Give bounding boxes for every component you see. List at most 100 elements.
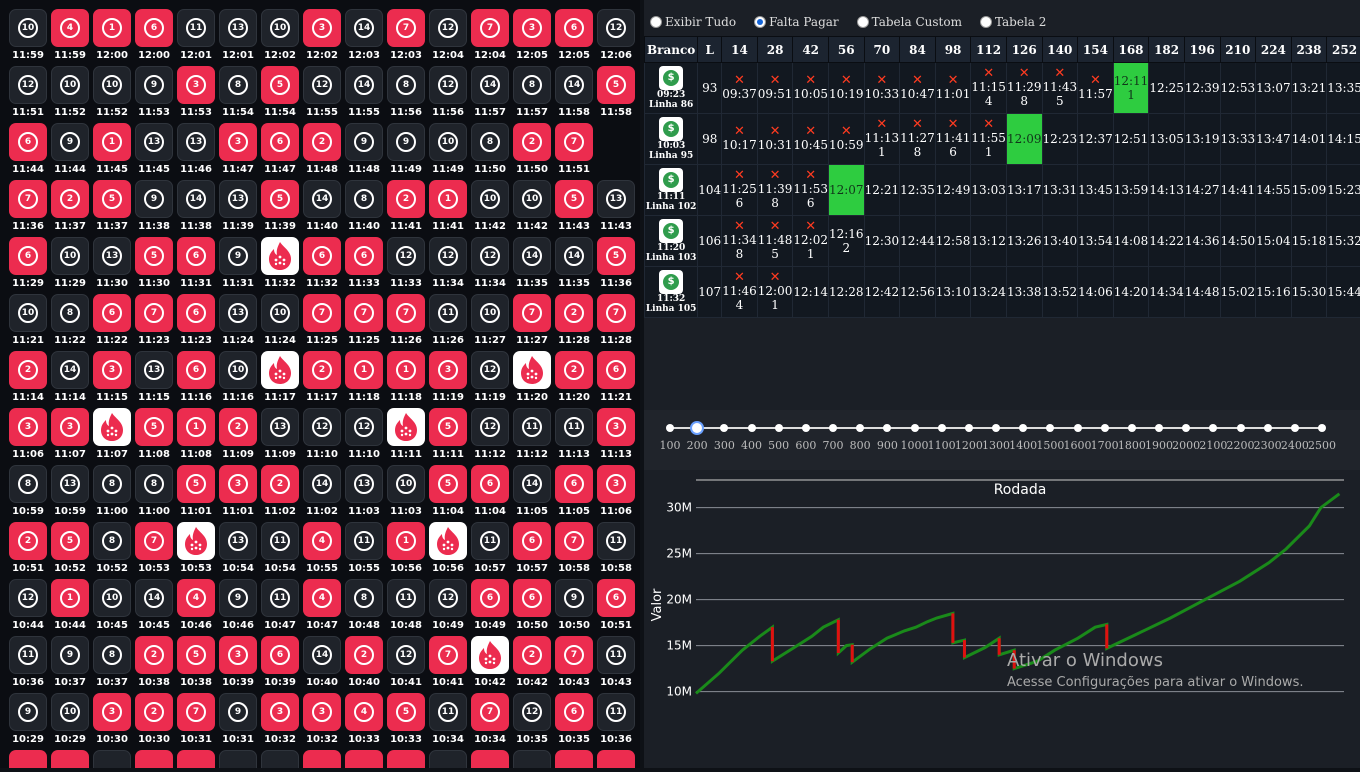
black-result-tile: 13 xyxy=(345,465,383,503)
red-result-tile: 7 xyxy=(471,9,509,47)
red-result-tile xyxy=(345,750,383,768)
slider-tick[interactable] xyxy=(720,424,728,432)
slider-handle[interactable] xyxy=(690,421,704,435)
result-number: 11 xyxy=(606,702,626,722)
grid-cell: 611:05 xyxy=(553,463,595,520)
black-result-tile: 11 xyxy=(471,522,509,560)
red-result-tile xyxy=(555,750,593,768)
radio-option[interactable]: Tabela Custom xyxy=(857,13,962,31)
schedule-cell: 12:14 xyxy=(793,267,829,318)
radio-button[interactable] xyxy=(857,16,869,28)
slider-tick[interactable] xyxy=(883,424,891,432)
slider-tick[interactable] xyxy=(666,424,674,432)
black-result-tile: 9 xyxy=(135,66,173,104)
radio-label: Tabela Custom xyxy=(872,15,962,29)
radio-option[interactable]: Falta Pagar xyxy=(754,13,839,31)
slider-tick[interactable] xyxy=(1046,424,1054,432)
red-result-tile: 3 xyxy=(261,693,299,731)
slider-tick[interactable] xyxy=(1128,424,1136,432)
result-time: 10:31 xyxy=(217,734,259,745)
red-result-tile: 3 xyxy=(177,66,215,104)
red-result-tile: 7 xyxy=(303,294,341,332)
grid-cell: 712:04 xyxy=(469,7,511,64)
result-time: 11:14 xyxy=(49,392,91,403)
slider-tick[interactable] xyxy=(856,424,864,432)
branco-cell: $11:11 Linha 102 xyxy=(645,165,698,216)
slider-tick[interactable] xyxy=(1019,424,1027,432)
value-slider[interactable]: 1002003004005006007008009001000110012001… xyxy=(644,410,1360,470)
radio-label: Tabela 2 xyxy=(995,15,1046,29)
slider-tick[interactable] xyxy=(911,424,919,432)
result-time: 11:44 xyxy=(7,164,49,175)
result-time: 11:49 xyxy=(427,164,469,175)
result-time: 11:16 xyxy=(217,392,259,403)
slider-tick[interactable] xyxy=(748,424,756,432)
grid-cell: 710:41 xyxy=(427,634,469,691)
result-number: 14 xyxy=(354,75,374,95)
result-number: 5 xyxy=(606,246,626,266)
radio-button[interactable] xyxy=(650,16,662,28)
linha-label: 11:11 Linha 102 xyxy=(645,192,697,212)
radio-button[interactable] xyxy=(980,16,992,28)
schedule-cell: 12:28 xyxy=(828,267,864,318)
black-result-tile: 12 xyxy=(513,693,551,731)
miss-x-icon: ✕ xyxy=(900,119,935,131)
result-number: 7 xyxy=(186,702,206,722)
black-result-tile: 12 xyxy=(345,408,383,446)
red-result-tile: 7 xyxy=(513,294,551,332)
grid-cell: 312:05 xyxy=(511,7,553,64)
grid-cell: 910:46 xyxy=(217,577,259,634)
grid-cell: 1311:46 xyxy=(175,121,217,178)
grid-cell: 611:32 xyxy=(301,235,343,292)
result-number: 12 xyxy=(480,417,500,437)
schedule-time: 13:19 xyxy=(1185,132,1220,146)
schedule-time: 13:45 xyxy=(1078,183,1113,197)
slider-tick[interactable] xyxy=(938,424,946,432)
red-result-tile: 6 xyxy=(513,579,551,617)
black-result-tile: 8 xyxy=(135,465,173,503)
slider-tick[interactable] xyxy=(802,424,810,432)
red-result-tile: 2 xyxy=(513,123,551,161)
table-header-cell: 42 xyxy=(793,37,829,63)
result-time: 11:18 xyxy=(343,392,385,403)
result-time: 10:33 xyxy=(343,734,385,745)
miss-x-icon: ✕ xyxy=(900,75,935,87)
miss-x-icon: ✕ xyxy=(971,119,1006,131)
radio-button[interactable] xyxy=(754,16,766,28)
grid-cell: 311:53 xyxy=(175,64,217,121)
slider-tick[interactable] xyxy=(829,424,837,432)
grid-cell: 211:14 xyxy=(7,349,49,406)
black-result-tile: 13 xyxy=(93,237,131,275)
schedule-cell: 12:53 xyxy=(1220,63,1256,114)
schedule-cell: 12:25 xyxy=(1149,63,1185,114)
result-time: 10:59 xyxy=(7,506,49,517)
slider-tick[interactable] xyxy=(1182,424,1190,432)
slider-tick[interactable] xyxy=(1291,424,1299,432)
radio-option[interactable]: Exibir Tudo xyxy=(650,13,736,31)
schedule-time: 14:48 xyxy=(1185,285,1220,299)
result-time: 10:38 xyxy=(133,677,175,688)
miss-x-icon: ✕ xyxy=(936,119,971,131)
slider-tick[interactable] xyxy=(1264,424,1272,432)
slider-tick[interactable] xyxy=(1318,424,1326,432)
schedule-time: 13:59 xyxy=(1114,183,1149,197)
result-time: 12:02 xyxy=(259,50,301,61)
schedule-time: 13:17 xyxy=(1007,183,1042,197)
slider-tick[interactable] xyxy=(965,424,973,432)
radio-option[interactable]: Tabela 2 xyxy=(980,13,1046,31)
slider-tick[interactable] xyxy=(1209,424,1217,432)
grid-cell: 11:32 xyxy=(259,235,301,292)
schedule-time: 14:06 xyxy=(1078,285,1113,299)
grid-cell: 1110:48 xyxy=(385,577,427,634)
red-result-tile: 7 xyxy=(387,294,425,332)
grid-cell: 1311:30 xyxy=(91,235,133,292)
slider-tick[interactable] xyxy=(775,424,783,432)
black-result-tile: 10 xyxy=(9,9,47,47)
result-number: 13 xyxy=(60,474,80,494)
slider-tick[interactable] xyxy=(992,424,1000,432)
slider-tick[interactable] xyxy=(1155,424,1163,432)
slider-tick[interactable] xyxy=(1074,424,1082,432)
grid-cell: 1311:24 xyxy=(217,292,259,349)
slider-tick[interactable] xyxy=(1237,424,1245,432)
slider-tick[interactable] xyxy=(1101,424,1109,432)
